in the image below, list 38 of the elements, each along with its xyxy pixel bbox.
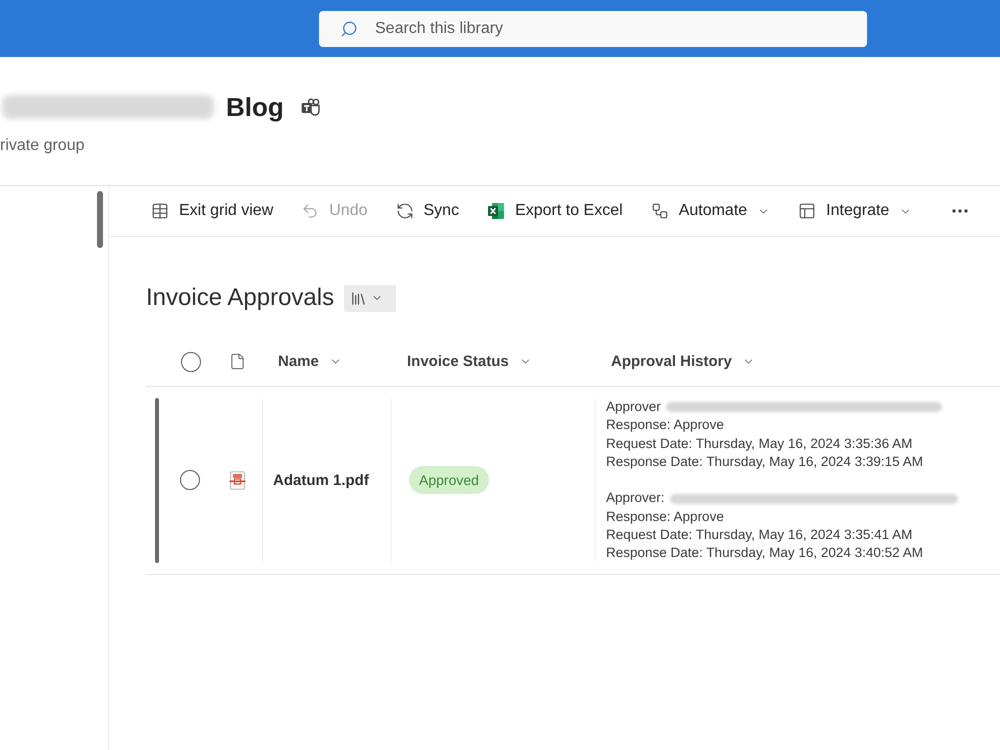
site-subtitle: rivate group	[0, 136, 84, 156]
request-date: Request Date: Thursday, May 16, 2024 3:35:41 AM	[606, 526, 912, 544]
toolbar-button[interactable]: Integrate	[792, 193, 918, 229]
library-icon	[350, 290, 368, 306]
select-all-checkbox[interactable]	[181, 352, 201, 372]
toolbar-button[interactable]: Export to Excel	[481, 193, 629, 229]
status-badge: Approved	[409, 466, 489, 494]
toolbar-button[interactable]: Sync	[390, 193, 466, 229]
approver-label: Approver	[606, 398, 661, 416]
spreadsheet-icon	[487, 202, 506, 220]
search-icon	[340, 20, 358, 38]
document-icon	[228, 353, 246, 370]
response-date: Response Date: Thursday, May 16, 2024 3:40:52 AM	[606, 544, 923, 562]
group-icon	[300, 98, 321, 116]
response-text: Response: Approve	[606, 508, 724, 526]
toolbar-button[interactable]: Exit grid view	[145, 193, 280, 229]
site-title: Blog	[226, 91, 284, 124]
grid-icon	[151, 202, 169, 220]
pdf-icon	[228, 470, 246, 490]
undo-icon	[301, 202, 320, 220]
request-date: Request Date: Thursday, May 16, 2024 3:35:36 AM	[606, 434, 912, 453]
response-date: Response Date: Thursday, May 16, 2024 3:39:15 AM	[606, 452, 923, 471]
toolbar-button[interactable]: Automate	[644, 193, 776, 229]
layout-icon	[798, 202, 816, 220]
response-text: Response: Approve	[606, 416, 724, 434]
approver-label: Approver:	[606, 489, 665, 508]
column-header[interactable]: Name	[262, 344, 342, 380]
file-name[interactable]: Adatum 1.pdf	[273, 472, 369, 489]
view-switcher-button[interactable]	[344, 284, 396, 312]
sync-icon	[396, 202, 414, 220]
search-field[interactable]: Search this library	[319, 11, 867, 47]
row-checkbox[interactable]	[180, 470, 200, 490]
scrollbar-thumb[interactable]	[97, 191, 103, 248]
list-title: Invoice Approvals	[146, 283, 334, 313]
column-header[interactable]: Approval History	[595, 344, 755, 380]
more-icon	[952, 209, 968, 213]
workflow-icon	[650, 202, 669, 220]
column-header[interactable]: Invoice Status	[391, 344, 532, 380]
